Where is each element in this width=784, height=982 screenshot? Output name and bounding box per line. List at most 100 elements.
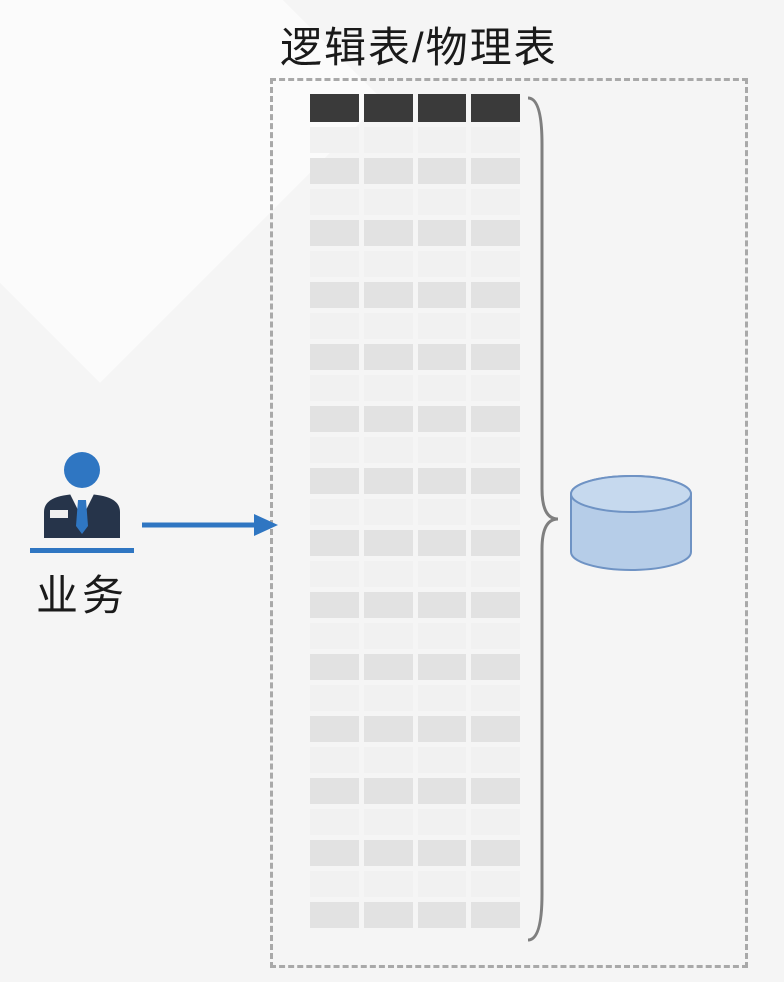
database-icon (566, 474, 696, 579)
table-cell (364, 375, 413, 401)
table-cell (364, 189, 413, 215)
user-icon (22, 448, 142, 558)
table-cell (418, 344, 467, 370)
table-header-cell (310, 94, 359, 122)
table-cell (418, 716, 467, 742)
table-row (310, 561, 520, 587)
table-row (310, 468, 520, 494)
table-row (310, 530, 520, 556)
table-header-cell (471, 94, 520, 122)
arrow-icon (140, 510, 280, 545)
table-row (310, 375, 520, 401)
table-cell (418, 809, 467, 835)
table-cell (471, 406, 520, 432)
table-cell (418, 375, 467, 401)
table-cell (418, 902, 467, 928)
table-cell (471, 840, 520, 866)
table-cell (471, 685, 520, 711)
table-cell (310, 747, 359, 773)
table-cell (471, 530, 520, 556)
table-cell (471, 716, 520, 742)
table-row (310, 251, 520, 277)
table-cell (418, 592, 467, 618)
table-cell (364, 468, 413, 494)
table-cell (418, 623, 467, 649)
table-cell (364, 313, 413, 339)
table-cell (310, 344, 359, 370)
table-cell (471, 468, 520, 494)
table-cell (418, 158, 467, 184)
table-cell (310, 251, 359, 277)
table-row (310, 871, 520, 897)
table-row (310, 654, 520, 680)
table-cell (471, 561, 520, 587)
table-cell (364, 530, 413, 556)
table-cell (310, 902, 359, 928)
table-cell (310, 375, 359, 401)
table-cell (310, 592, 359, 618)
table-cell (471, 220, 520, 246)
table-cell (310, 127, 359, 153)
table-cell (310, 189, 359, 215)
diagram-title: 逻辑表/物理表 (280, 14, 558, 75)
table-cell (310, 220, 359, 246)
user-label: 业务 (22, 562, 142, 623)
table-row (310, 902, 520, 928)
table-cell (310, 654, 359, 680)
table-row (310, 220, 520, 246)
table-cell (310, 840, 359, 866)
table-cell (418, 499, 467, 525)
table-cell (471, 809, 520, 835)
table-cell (310, 685, 359, 711)
table-row (310, 840, 520, 866)
table-cell (418, 840, 467, 866)
table-cell (310, 313, 359, 339)
table-row (310, 499, 520, 525)
table-cell (471, 747, 520, 773)
table-cell (364, 685, 413, 711)
table-cell (310, 530, 359, 556)
table-cell (418, 127, 467, 153)
table-cell (471, 313, 520, 339)
table-cell (418, 220, 467, 246)
table-cell (418, 685, 467, 711)
table-cell (364, 344, 413, 370)
table-header-cell (418, 94, 467, 122)
brace-icon (524, 94, 562, 949)
table-cell (310, 437, 359, 463)
table-cell (418, 189, 467, 215)
table-cell (418, 778, 467, 804)
table-row (310, 623, 520, 649)
table-cell (418, 282, 467, 308)
table-cell (471, 158, 520, 184)
table-cell (418, 406, 467, 432)
table-cell (310, 468, 359, 494)
table-cell (364, 561, 413, 587)
table-row (310, 685, 520, 711)
table-cell (364, 251, 413, 277)
table-cell (364, 406, 413, 432)
table-cell (364, 840, 413, 866)
table-cell (310, 871, 359, 897)
table-cell (364, 127, 413, 153)
table-cell (471, 437, 520, 463)
table-cell (364, 716, 413, 742)
table-cell (364, 623, 413, 649)
table-cell (310, 499, 359, 525)
table-cell (418, 468, 467, 494)
table-cell (418, 251, 467, 277)
table-cell (310, 716, 359, 742)
table-cell (310, 778, 359, 804)
table-row (310, 282, 520, 308)
table-row (310, 716, 520, 742)
table-row (310, 437, 520, 463)
table-cell (471, 344, 520, 370)
table-row (310, 189, 520, 215)
table-cell (471, 251, 520, 277)
table-cell (471, 127, 520, 153)
table-cell (418, 747, 467, 773)
table-cell (471, 778, 520, 804)
table-cell (418, 437, 467, 463)
table-cell (364, 778, 413, 804)
table-cell (471, 902, 520, 928)
